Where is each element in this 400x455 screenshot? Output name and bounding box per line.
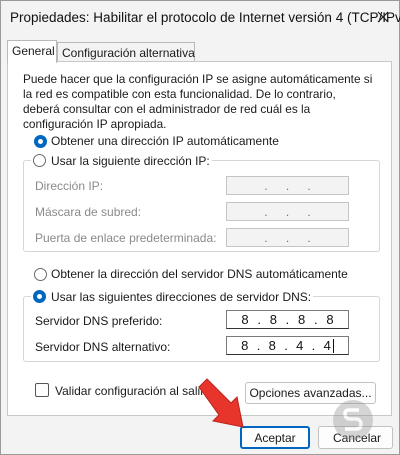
alternate-octet-2: 8 — [268, 338, 276, 353]
subnet-mask-label: Máscara de subred: — [35, 205, 142, 219]
gateway-field[interactable]: ... — [226, 228, 349, 247]
ip-address-label: Dirección IP: — [35, 179, 104, 193]
title-bar[interactable]: Propiedades: Habilitar el protocolo de I… — [1, 1, 400, 34]
dns-manual-radio[interactable] — [33, 290, 46, 303]
subnet-mask-field[interactable]: ... — [226, 202, 349, 221]
description-text: Puede hacer que la configuración IP se a… — [23, 72, 373, 131]
alternate-dns-field[interactable]: 8. 8. 4. 4 — [226, 336, 349, 355]
preferred-octet-2: 8 — [269, 312, 277, 327]
ip-manual-legend: Usar la siguiente dirección IP: — [31, 153, 212, 168]
alternate-octet-1: 8 — [241, 338, 249, 353]
tab-alternate-config[interactable]: Configuración alternativa — [57, 42, 195, 62]
ip-address-field[interactable]: ... — [226, 176, 349, 195]
dns-manual-label[interactable]: Usar las siguientes direcciones de servi… — [51, 290, 311, 304]
tab-general[interactable]: General — [7, 40, 57, 63]
watermark-logo-icon — [333, 400, 373, 440]
alternate-octet-3: 4 — [296, 338, 304, 353]
text-caret — [332, 339, 334, 354]
alternate-dns-label: Servidor DNS alternativo: — [35, 340, 171, 354]
preferred-dns-field[interactable]: 8. 8. 8. 8 — [226, 310, 349, 329]
validate-label[interactable]: Validar configuración al salir — [55, 384, 204, 398]
preferred-octet-4: 8 — [326, 312, 334, 327]
alternate-octet-4: 4 — [324, 338, 334, 354]
dns-auto-radio[interactable] — [34, 268, 47, 281]
dns-manual-legend: Usar las siguientes direcciones de servi… — [31, 289, 314, 304]
window-title: Propiedades: Habilitar el protocolo de I… — [10, 10, 400, 25]
ipv4-properties-dialog: Propiedades: Habilitar el protocolo de I… — [0, 0, 400, 455]
preferred-octet-1: 8 — [241, 312, 249, 327]
ip-auto-radio[interactable] — [34, 135, 47, 148]
close-button[interactable] — [370, 5, 396, 29]
gateway-label: Puerta de enlace predeterminada: — [35, 231, 217, 245]
validate-checkbox[interactable] — [35, 383, 49, 397]
ip-manual-label[interactable]: Usar la siguiente dirección IP: — [51, 154, 210, 168]
preferred-dns-label: Servidor DNS preferido: — [35, 314, 163, 328]
preferred-octet-3: 8 — [298, 312, 306, 327]
red-arrow-icon — [198, 378, 244, 428]
ip-manual-radio[interactable] — [33, 154, 46, 167]
ip-auto-label[interactable]: Obtener una dirección IP automáticamente — [51, 134, 279, 148]
close-icon — [377, 11, 389, 23]
dns-auto-label[interactable]: Obtener la dirección del servidor DNS au… — [51, 267, 348, 281]
